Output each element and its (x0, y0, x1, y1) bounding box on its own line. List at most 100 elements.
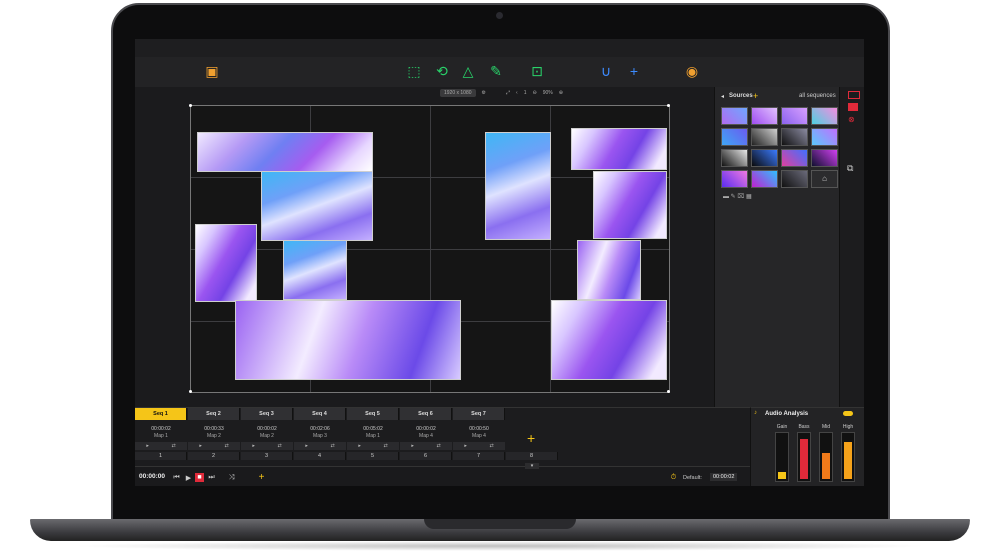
stop-circle-icon[interactable]: ⊗ (848, 115, 855, 124)
tab-seq-7[interactable]: Seq 7 (453, 408, 505, 420)
settings-icon[interactable]: ⚙ (482, 90, 486, 96)
tab-seq-5[interactable]: Seq 5 (347, 408, 399, 420)
add-sequence-button[interactable]: + (527, 430, 535, 446)
surface-tile[interactable] (577, 240, 641, 300)
play-icon[interactable]: ▸ (146, 443, 149, 449)
skip-back-icon[interactable]: ⏮ (172, 473, 181, 482)
source-thumbnail[interactable] (751, 170, 778, 188)
crop-frame-icon[interactable]: ⊡ (526, 61, 548, 81)
seq-controls[interactable]: ▸ ⇄ (400, 442, 452, 450)
tab-seq-3[interactable]: Seq 3 (241, 408, 293, 420)
surface-tile[interactable] (261, 171, 373, 241)
seq-number[interactable]: 4 (294, 452, 346, 460)
source-thumbnail[interactable] (721, 128, 748, 146)
source-thumbnail[interactable] (751, 128, 778, 146)
source-thumbnail[interactable] (781, 170, 808, 188)
play-icon[interactable]: ▶ (184, 473, 193, 482)
expand-icon[interactable]: ▾ (525, 463, 539, 469)
source-thumbnail[interactable] (751, 149, 778, 167)
seq-number[interactable]: 3 (241, 452, 293, 460)
resolution-label[interactable]: 1920 x 1080 (440, 89, 476, 97)
add-source-icon[interactable]: + (753, 91, 758, 101)
seq-controls[interactable]: ▸ ⇄ (241, 442, 293, 450)
sources-filter[interactable]: all sequences (799, 93, 836, 99)
play-icon[interactable]: ▸ (411, 443, 414, 449)
source-tools-icon[interactable]: ▬ ✎ ⌧ ▦ (723, 193, 752, 200)
level-meter[interactable] (841, 432, 855, 482)
stop-icon[interactable]: ■ (195, 473, 204, 482)
play-icon[interactable]: ▸ (464, 443, 467, 449)
pen-tool-icon[interactable]: ✎ (485, 61, 507, 81)
collapse-icon[interactable]: ◂ (721, 93, 724, 100)
seq-controls[interactable]: ▸ ⇄ (188, 442, 240, 450)
surface-tile[interactable] (235, 300, 461, 380)
source-thumbnail[interactable] (721, 170, 748, 188)
skip-forward-icon[interactable]: ⏭ (207, 473, 216, 482)
play-icon[interactable]: ▸ (358, 443, 361, 449)
level-meter[interactable] (797, 432, 811, 482)
source-thumbnail[interactable] (811, 107, 838, 125)
output-canvas[interactable] (189, 104, 670, 393)
globe-icon[interactable]: ◉ (681, 61, 703, 81)
tab-seq-1[interactable]: Seq 1 (135, 408, 187, 420)
rotate-shape-icon[interactable]: ⟲ (431, 61, 453, 81)
zoom-out-icon[interactable]: ⊖ (532, 90, 536, 96)
surface-tile[interactable] (551, 300, 667, 380)
source-thumbnail[interactable] (781, 149, 808, 167)
loop-icon[interactable]: ⇄ (224, 443, 228, 449)
corner-handle[interactable] (189, 104, 192, 107)
seq-number[interactable]: 7 (453, 452, 505, 460)
seq-controls[interactable]: ▸ ⇄ (135, 442, 187, 450)
source-thumbnail[interactable] (781, 107, 808, 125)
seq-controls[interactable]: ▸ ⇄ (347, 442, 399, 450)
rect-select-icon[interactable]: ⬚ (403, 61, 425, 81)
media-folder-icon[interactable]: ⌂ (811, 170, 838, 188)
seq-controls[interactable]: ▸ ⇄ (294, 442, 346, 450)
add-cue-icon[interactable]: + (257, 472, 266, 483)
mapping-stage[interactable]: 1920 x 1080 ⚙ ⤢ ‹ 1 ⊖ 90% ⊕ (135, 87, 714, 407)
tab-seq-6[interactable]: Seq 6 (400, 408, 452, 420)
seq-number[interactable]: 1 (135, 452, 187, 460)
prev-icon[interactable]: ‹ (516, 90, 518, 96)
magnet-icon[interactable]: ∪ (595, 61, 617, 81)
plus-icon[interactable]: + (623, 61, 645, 81)
preview-window-icon[interactable]: ⧉ (847, 163, 853, 174)
zoom-in-icon[interactable]: ⊕ (559, 90, 563, 96)
seq-number[interactable]: 6 (400, 452, 452, 460)
play-icon[interactable]: ▸ (252, 443, 255, 449)
loop-icon[interactable]: ⇄ (383, 443, 387, 449)
source-thumbnail[interactable] (721, 107, 748, 125)
surface-tile[interactable] (283, 240, 347, 300)
default-duration[interactable]: 00:00:02 (710, 473, 738, 481)
level-meter[interactable] (819, 432, 833, 482)
seq-number[interactable]: 8 (506, 452, 558, 460)
loop-icon[interactable]: ⇄ (436, 443, 440, 449)
surface-tile[interactable] (197, 132, 373, 172)
surface-tile[interactable] (593, 171, 667, 239)
record-layer-icon[interactable] (848, 103, 858, 111)
layer-red-icon[interactable] (848, 91, 860, 99)
corner-handle[interactable] (667, 104, 670, 107)
loop-icon[interactable]: ⇄ (489, 443, 493, 449)
seq-number[interactable]: 5 (347, 452, 399, 460)
level-meter[interactable] (775, 432, 789, 482)
source-thumbnail[interactable] (751, 107, 778, 125)
triangle-point-icon[interactable]: △ (457, 61, 479, 81)
tab-seq-4[interactable]: Seq 4 (294, 408, 346, 420)
tab-seq-2[interactable]: Seq 2 (188, 408, 240, 420)
corner-handle[interactable] (189, 390, 192, 393)
projector-icon[interactable]: ▣ (201, 61, 223, 81)
fit-icon[interactable]: ⤢ (506, 90, 510, 96)
source-thumbnail[interactable] (811, 149, 838, 167)
source-thumbnail[interactable] (721, 149, 748, 167)
loop-icon[interactable]: ⇄ (171, 443, 175, 449)
seq-number[interactable]: 2 (188, 452, 240, 460)
seq-controls[interactable]: ▸ ⇄ (453, 442, 505, 450)
play-icon[interactable]: ▸ (305, 443, 308, 449)
source-thumbnail[interactable] (781, 128, 808, 146)
source-thumbnail[interactable] (811, 128, 838, 146)
surface-tile[interactable] (571, 128, 667, 170)
loop-icon[interactable]: ⇄ (277, 443, 281, 449)
shuffle-icon[interactable]: ⤨ (227, 473, 236, 482)
surface-tile[interactable] (485, 132, 551, 240)
